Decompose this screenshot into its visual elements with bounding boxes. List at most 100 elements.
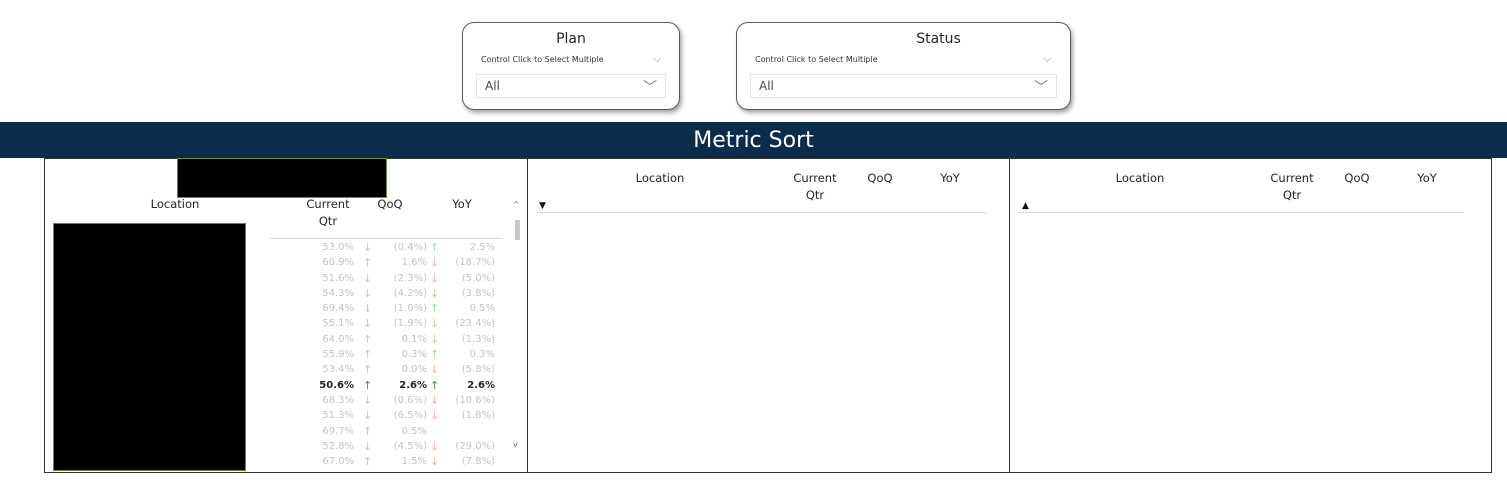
table-row[interactable]: 67.0% ↑ 1.5% ↓ (7.8%) — [265, 455, 501, 471]
arrow-up-icon: ↑ — [430, 241, 440, 254]
header-divider — [1018, 212, 1464, 213]
status-dropdown[interactable]: All ﹀ — [750, 74, 1057, 98]
current-qtr-value: 52.8% — [322, 440, 354, 452]
yoy-value: (29.0%) — [455, 440, 495, 452]
arrow-down-icon: ↓ — [363, 393, 373, 407]
table-row[interactable]: 50.6% ↑ 2.6% ↑ 2.6% — [265, 379, 501, 395]
arrow-down-icon: ↓ — [430, 271, 440, 285]
arrow-down-icon: ↓ — [430, 439, 440, 453]
arrow-down-icon: ↓ — [430, 256, 440, 270]
scroll-down-icon[interactable]: v — [513, 440, 518, 449]
table-row[interactable]: 69.7% ↑ 0.5% — [265, 424, 501, 441]
qoq-value: 0.1% — [401, 333, 427, 345]
plan-dropdown-value: All — [485, 79, 500, 93]
arrow-down-icon: ↓ — [430, 455, 440, 469]
qoq-value: (0.6%) — [393, 394, 427, 406]
table-row[interactable]: 54.3% ↓ (4.2%) ↓ (3.8%) — [265, 286, 501, 303]
header-qoq[interactable]: QoQ — [1332, 170, 1382, 187]
plan-dropdown[interactable]: All ﹀ — [476, 74, 666, 98]
header-qoq[interactable]: QoQ — [855, 170, 905, 187]
header-location[interactable]: Location — [105, 196, 245, 213]
arrow-up-icon: ↑ — [363, 455, 373, 469]
header-yoy[interactable]: YoY — [925, 170, 975, 187]
yoy-value: (3.8%) — [461, 287, 495, 299]
header-yoy[interactable]: YoY — [432, 196, 492, 213]
arrow-up-icon: ↑ — [363, 363, 373, 377]
sort-descending-icon[interactable]: ▼ — [539, 201, 546, 211]
qoq-value: (1.9%) — [393, 318, 427, 330]
current-qtr-value: 55.9% — [322, 349, 354, 361]
qoq-value: (2.3%) — [393, 272, 427, 284]
yoy-value: (1.8%) — [461, 410, 495, 422]
redacted-block — [177, 158, 387, 198]
arrow-up-icon: ↑ — [363, 348, 373, 362]
sort-ascending-icon[interactable]: ▲ — [1022, 201, 1029, 211]
yoy-value: (23.4%) — [455, 318, 495, 330]
header-current-qtr[interactable]: Current Qtr — [298, 196, 358, 230]
arrow-down-icon: ↓ — [363, 439, 373, 453]
header-location[interactable]: Location — [1080, 170, 1200, 187]
arrow-down-icon: ↓ — [430, 332, 440, 346]
table-row[interactable]: 52.8% ↓ (4.5%) ↓ (29.0%) — [265, 439, 501, 456]
qoq-value: (4.2%) — [393, 287, 427, 299]
yoy-value: (7.8%) — [461, 456, 495, 468]
table-row[interactable]: 55.9% ↑ 0.3% ↑ 0.3% — [265, 348, 501, 364]
status-slicer[interactable]: Status Control Click to Select Multiple … — [736, 22, 1071, 110]
header-qoq[interactable]: QoQ — [365, 196, 415, 213]
current-qtr-value: 68.3% — [322, 394, 354, 406]
arrow-up-icon: ↑ — [363, 424, 373, 438]
qoq-value: 0.3% — [401, 349, 427, 361]
table-row[interactable]: 55.1% ↓ (1.9%) ↓ (23.4%) — [265, 317, 501, 333]
yoy-value: 0.5% — [469, 303, 495, 315]
chevron-down-icon[interactable]: ﹀ — [1034, 77, 1048, 97]
arrow-down-icon: ↓ — [430, 286, 440, 300]
plan-slicer-hint: Control Click to Select Multiple — [481, 55, 604, 64]
metric-sort-banner: Metric Sort — [0, 122, 1507, 158]
qoq-value: (1.0%) — [393, 303, 427, 315]
table-row[interactable]: 69.4% ↓ (1.0%) ↑ 0.5% — [265, 302, 501, 318]
current-qtr-value: 54.3% — [322, 287, 354, 299]
qoq-value: 1.6% — [401, 257, 427, 269]
table-row[interactable]: 64.0% ↑ 0.1% ↓ (1.3%) — [265, 332, 501, 349]
header-divider — [270, 238, 502, 239]
header-location[interactable]: Location — [600, 170, 720, 187]
table-row[interactable]: 53.4% ↑ 0.0% ↓ (5.8%) — [265, 363, 501, 379]
scrollbar-thumb[interactable] — [515, 220, 520, 240]
status-dropdown-value: All — [759, 79, 774, 93]
arrow-up-icon: ↑ — [363, 256, 373, 270]
status-slicer-hint: Control Click to Select Multiple — [755, 55, 878, 64]
header-current-qtr[interactable]: Current Qtr — [1262, 170, 1322, 204]
qoq-value: (6.5%) — [393, 410, 427, 422]
yoy-value: (10.6%) — [455, 394, 495, 406]
current-qtr-value: 50.6% — [319, 379, 354, 391]
current-qtr-value: 53.0% — [322, 242, 354, 253]
header-current-qtr[interactable]: Current Qtr — [785, 170, 845, 204]
current-qtr-value: 67.0% — [322, 456, 354, 468]
table-rows: 53.0% ↓ (0.4%) ↑ 2.5% 60.9% ↑ 1.6% ↓ (18.7%) 51.6%… — [265, 241, 501, 471]
table-row[interactable]: 53.0% ↓ (0.4%) ↑ 2.5% — [265, 241, 501, 257]
table-row[interactable]: 60.9% ↑ 1.6% ↓ (18.7%) — [265, 256, 501, 272]
chevron-down-icon[interactable]: ﹀ — [643, 77, 657, 97]
scroll-up-icon[interactable]: ^ — [513, 200, 520, 209]
qoq-value: 0.0% — [401, 364, 427, 376]
metrics-table-panel-3 — [1009, 158, 1492, 473]
current-qtr-value: 64.0% — [322, 333, 354, 345]
arrow-down-icon: ↓ — [363, 286, 373, 300]
arrow-down-icon: ↓ — [430, 317, 440, 331]
plan-slicer[interactable]: Plan Control Click to Select Multiple ⌵ … — [462, 22, 680, 110]
table-row[interactable]: 51.3% ↓ (6.5%) ↓ (1.8%) — [265, 409, 501, 425]
qoq-value: 0.5% — [401, 425, 427, 437]
header-yoy[interactable]: YoY — [1402, 170, 1452, 187]
current-qtr-value: 69.4% — [322, 303, 354, 315]
metrics-table-panel-2 — [527, 158, 1010, 473]
arrow-down-icon: ↓ — [430, 393, 440, 407]
yoy-value: (5.0%) — [461, 272, 495, 284]
chevron-down-icon[interactable]: ⌵ — [1043, 52, 1051, 66]
redacted-location-column — [53, 223, 246, 471]
arrow-down-icon: ↓ — [363, 241, 373, 254]
yoy-value: (1.3%) — [461, 333, 495, 345]
table-row[interactable]: 51.6% ↓ (2.3%) ↓ (5.0%) — [265, 271, 501, 288]
table-row[interactable]: 68.3% ↓ (0.6%) ↓ (10.6%) — [265, 393, 501, 410]
chevron-down-icon[interactable]: ⌵ — [653, 52, 661, 66]
yoy-value: (5.8%) — [461, 364, 495, 376]
